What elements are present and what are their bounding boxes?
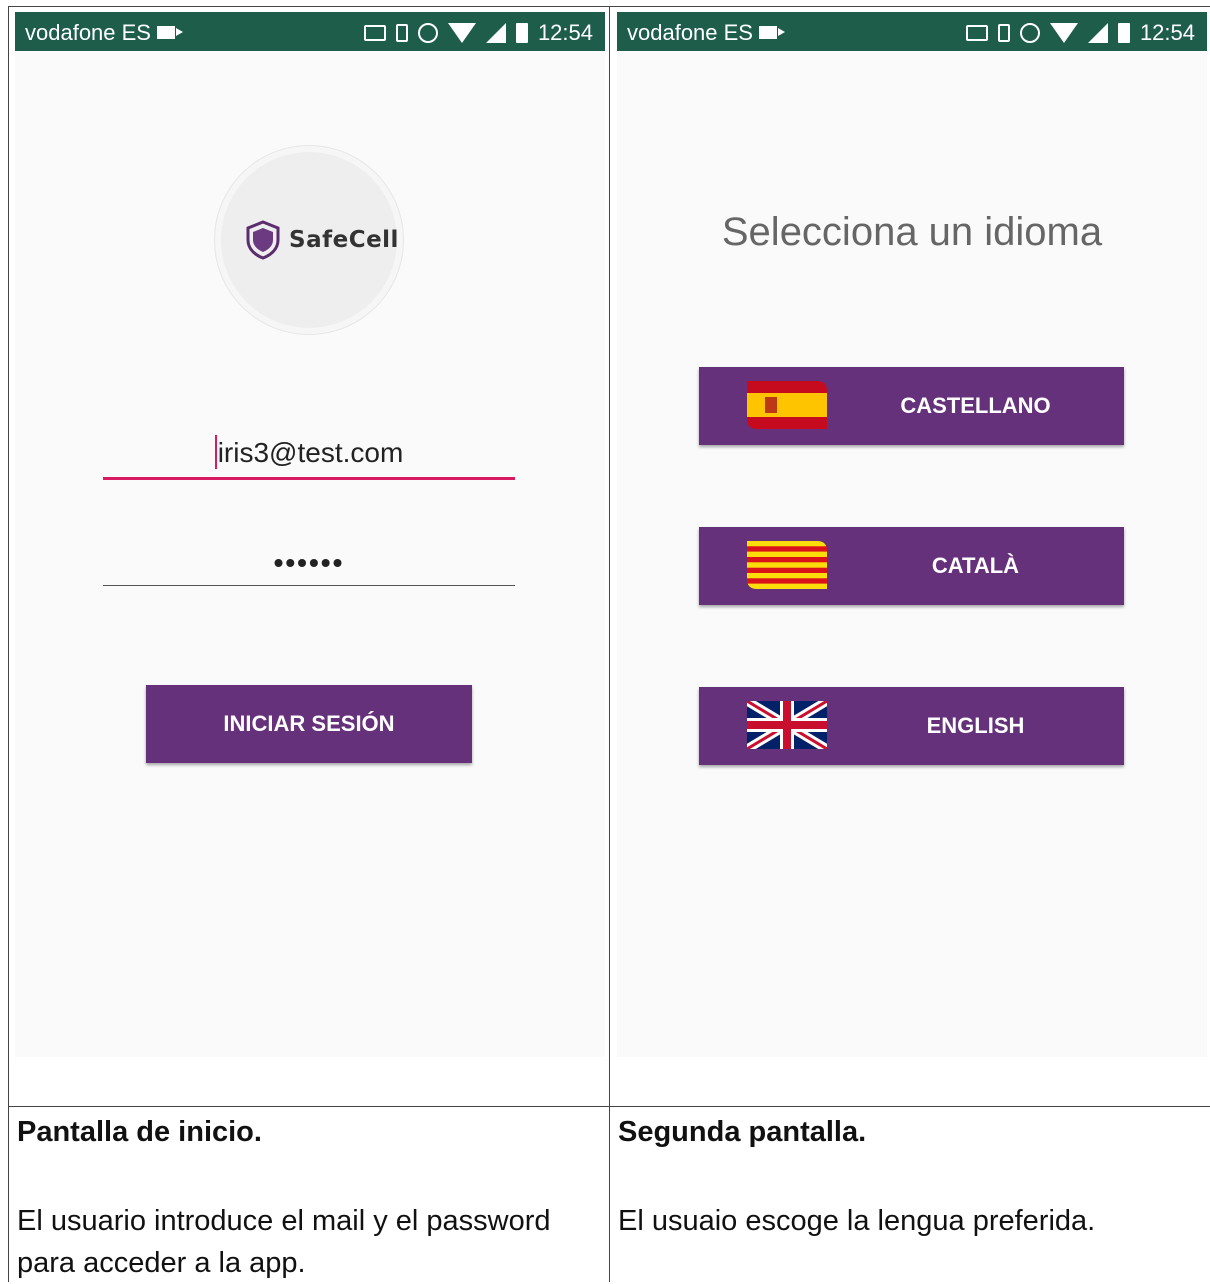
left-caption-title: Pantalla de inicio. [17, 1116, 262, 1148]
uk-flag-icon [747, 701, 827, 749]
logo-badge: SafeCell [221, 152, 399, 328]
clock: 12:54 [1139, 20, 1195, 45]
english-label: ENGLISH [926, 713, 1025, 738]
catala-button[interactable]: CATALÀ [699, 527, 1124, 605]
login-button[interactable]: INICIAR SESIÓN [146, 685, 472, 763]
cast-icon [965, 25, 988, 41]
left-caption-body: El usuario introduce el mail y el passwo… [17, 1205, 551, 1279]
spain-flag-icon [747, 381, 827, 429]
shield-icon [246, 220, 280, 260]
wifi-icon [447, 23, 476, 43]
alarm-icon [1019, 23, 1040, 43]
login-screen: vodafone ES 12:54 SafeCell iris3@test.co… [15, 12, 605, 1057]
english-button[interactable]: ENGLISH [699, 687, 1124, 765]
table-row-divider [8, 1106, 1210, 1107]
catalonia-flag-icon [747, 541, 827, 589]
camera-icon [156, 25, 183, 39]
vibrate-icon [395, 24, 408, 42]
castellano-button[interactable]: CASTELLANO [699, 367, 1124, 445]
right-caption-body: El usuaio escoge la lengua preferida. [618, 1205, 1096, 1237]
table-left-border [8, 6, 9, 1282]
clock: 12:54 [537, 20, 593, 45]
status-bar: vodafone ES 12:54 [617, 12, 1207, 51]
battery-icon [515, 23, 528, 43]
catala-label: CATALÀ [931, 553, 1020, 578]
battery-icon [1117, 23, 1130, 43]
text-cursor [214, 434, 217, 469]
table-middle-border [609, 6, 610, 1282]
carrier-label: vodafone ES [627, 20, 785, 46]
carrier-label: vodafone ES [25, 20, 183, 46]
vibrate-icon [997, 24, 1010, 42]
email-field[interactable]: iris3@test.com [103, 434, 515, 480]
castellano-label: CASTELLANO [900, 393, 1051, 418]
camera-icon [758, 25, 785, 39]
language-title: Selecciona un idioma [721, 210, 1103, 254]
password-value: •••••• [273, 547, 345, 578]
status-bar: vodafone ES 12:54 [15, 12, 605, 51]
right-caption-title: Segunda pantalla. [618, 1116, 867, 1148]
logo-text: SafeCell [289, 227, 399, 253]
cast-icon [363, 25, 386, 41]
signal-icon [485, 23, 506, 43]
wifi-icon [1049, 23, 1078, 43]
language-screen: vodafone ES 12:54 Selecciona un idioma C… [617, 12, 1207, 1057]
alarm-icon [417, 23, 438, 43]
email-value: iris3@test.com [217, 437, 404, 468]
signal-icon [1087, 23, 1108, 43]
password-field[interactable]: •••••• [103, 547, 515, 586]
